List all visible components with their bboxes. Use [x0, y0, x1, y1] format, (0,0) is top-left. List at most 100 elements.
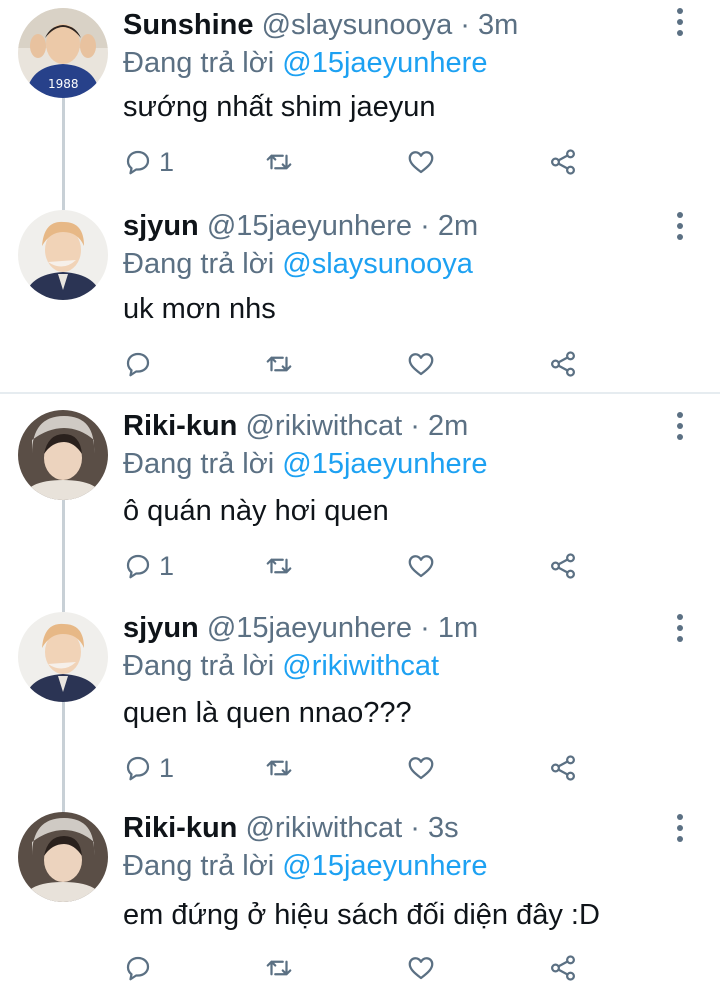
reply-icon	[126, 150, 150, 175]
separator-dot: ·	[410, 812, 420, 844]
separator-dot: ·	[420, 612, 430, 644]
mention-link[interactable]: @15jaeyunhere	[282, 850, 487, 882]
replying-to: Đang trả lời @rikiwithcat	[123, 648, 439, 684]
user-avatar[interactable]	[18, 812, 108, 902]
reply-prefix: Đang trả lời	[123, 850, 275, 882]
reply-button[interactable]: 1	[123, 140, 174, 184]
separator-dot: ·	[410, 410, 420, 442]
display-name[interactable]: sjyun	[123, 612, 199, 644]
reply-count: 1	[159, 752, 175, 783]
display-name[interactable]: Riki-kun	[123, 812, 237, 844]
user-handle[interactable]: @rikiwithcat	[245, 410, 402, 442]
user-avatar[interactable]	[18, 612, 108, 702]
tweet-text: uk mơn nhs	[123, 293, 276, 325]
more-options-icon[interactable]	[675, 412, 685, 444]
display-name[interactable]: Sunshine	[123, 9, 254, 41]
reply-button[interactable]	[123, 342, 159, 386]
user-avatar[interactable]: 1988	[18, 8, 108, 98]
tweet-text: sướng nhất shim jaeyun	[123, 91, 436, 123]
user-avatar[interactable]	[18, 410, 108, 500]
reply-count: 1	[159, 550, 175, 581]
more-options-icon[interactable]	[675, 814, 685, 846]
user-avatar[interactable]	[18, 210, 108, 300]
share-button[interactable]	[548, 140, 578, 184]
tweet-actions	[0, 946, 720, 990]
heart-icon	[408, 353, 434, 376]
tweet-actions	[0, 342, 720, 386]
timestamp[interactable]: 1m	[438, 612, 478, 644]
reply-prefix: Đang trả lời	[123, 47, 275, 79]
tweet-actions: 1	[0, 746, 720, 790]
mention-link[interactable]: @15jaeyunhere	[282, 448, 487, 480]
separator-dot: ·	[460, 9, 470, 41]
tweet-header: sjyun @15jaeyunhere · 1m	[123, 610, 478, 646]
like-button[interactable]	[406, 342, 436, 386]
retweet-button[interactable]	[264, 946, 294, 990]
like-button[interactable]	[406, 946, 436, 990]
reply-button[interactable]	[123, 946, 159, 990]
replying-to: Đang trả lời @15jaeyunhere	[123, 446, 487, 482]
mention-link[interactable]: @15jaeyunhere	[282, 47, 487, 79]
user-handle[interactable]: @slaysunooya	[262, 9, 453, 41]
retweet-icon	[266, 356, 292, 372]
heart-icon	[408, 151, 434, 174]
share-icon	[550, 553, 576, 579]
mention-link[interactable]: @rikiwithcat	[282, 650, 439, 682]
like-button[interactable]	[406, 140, 436, 184]
tweet-text: quen là quen nnao???	[123, 697, 412, 729]
like-button[interactable]	[406, 746, 436, 790]
reply-prefix: Đang trả lời	[123, 650, 275, 682]
more-options-icon[interactable]	[675, 614, 685, 646]
timestamp[interactable]: 2m	[438, 210, 478, 242]
reply-icon	[126, 554, 150, 579]
like-button[interactable]	[406, 544, 436, 588]
mention-link[interactable]: @slaysunooya	[282, 248, 473, 280]
share-icon	[550, 149, 576, 175]
retweet-icon	[266, 558, 292, 574]
more-options-icon[interactable]	[675, 8, 685, 40]
retweet-button[interactable]	[264, 544, 294, 588]
reply-prefix: Đang trả lời	[123, 448, 275, 480]
retweet-icon	[266, 960, 292, 976]
reply-icon	[126, 756, 150, 781]
timestamp[interactable]: 2m	[428, 410, 468, 442]
reply-button[interactable]: 1	[123, 544, 174, 588]
display-name[interactable]: Riki-kun	[123, 410, 237, 442]
tweet[interactable]: sjyun @15jaeyunhere · 2m Đang trả lời @s…	[0, 210, 720, 390]
timestamp[interactable]: 3m	[478, 9, 518, 41]
user-handle[interactable]: @15jaeyunhere	[207, 612, 412, 644]
thread-divider	[0, 392, 720, 394]
user-handle[interactable]: @15jaeyunhere	[207, 210, 412, 242]
tweet-header: Riki-kun @rikiwithcat · 3s	[123, 810, 459, 846]
timestamp[interactable]: 3s	[428, 812, 459, 844]
share-button[interactable]	[548, 746, 578, 790]
share-button[interactable]	[548, 946, 578, 990]
tweet[interactable]: 1988 Sunshine @slaysunooya · 3m Đang trả…	[0, 0, 720, 200]
retweet-button[interactable]	[264, 746, 294, 790]
share-icon	[550, 955, 576, 981]
retweet-icon	[266, 154, 292, 170]
share-button[interactable]	[548, 342, 578, 386]
tweet[interactable]: Riki-kun @rikiwithcat · 3s Đang trả lời …	[0, 812, 720, 992]
reply-icon	[126, 956, 150, 981]
heart-icon	[408, 757, 434, 780]
tweet-text: em đứng ở hiệu sách đối diện đây :D	[123, 899, 600, 931]
separator-dot: ·	[420, 210, 430, 242]
user-handle[interactable]: @rikiwithcat	[245, 812, 402, 844]
tweet[interactable]: sjyun @15jaeyunhere · 1m Đang trả lời @r…	[0, 612, 720, 802]
reply-prefix: Đang trả lời	[123, 248, 275, 280]
more-options-icon[interactable]	[675, 212, 685, 244]
retweet-button[interactable]	[264, 342, 294, 386]
retweet-button[interactable]	[264, 140, 294, 184]
tweet-header: Sunshine @slaysunooya · 3m	[123, 7, 518, 43]
tweet-header: Riki-kun @rikiwithcat · 2m	[123, 408, 468, 444]
replying-to: Đang trả lời @slaysunooya	[123, 246, 473, 282]
display-name[interactable]: sjyun	[123, 210, 199, 242]
tweet[interactable]: Riki-kun @rikiwithcat · 2m Đang trả lời …	[0, 410, 720, 600]
tweet-text: ô quán này hơi quen	[123, 495, 389, 527]
reply-button[interactable]: 1	[123, 746, 174, 790]
avatar-badge-text: 1988	[48, 77, 79, 91]
share-button[interactable]	[548, 544, 578, 588]
share-icon	[550, 351, 576, 377]
share-icon	[550, 755, 576, 781]
